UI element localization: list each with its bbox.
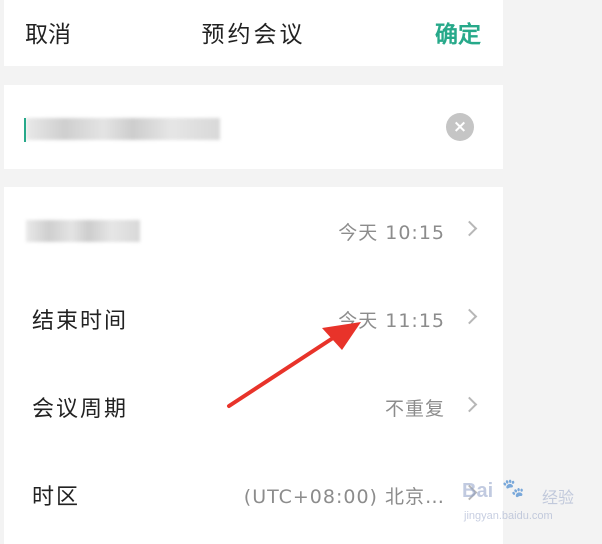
watermark-sub: 经验 <box>542 488 575 507</box>
header-bar: 取消 预约会议 确定 <box>4 0 503 66</box>
meeting-title-input[interactable] <box>26 118 220 140</box>
watermark-brand: Bai <box>462 480 494 502</box>
end-time-label: 结束时间 <box>32 309 129 334</box>
timezone-value: (UTC+08:00) 北京… <box>243 486 445 508</box>
chevron-right-icon <box>461 220 478 237</box>
page-title: 预约会议 <box>201 22 306 48</box>
text-cursor <box>24 118 26 142</box>
start-time-value: 今天 10:15 <box>338 222 445 244</box>
meeting-cycle-value: 不重复 <box>384 398 445 420</box>
meeting-cycle-label: 会议周期 <box>32 397 129 422</box>
end-time-value: 今天 11:15 <box>338 310 445 332</box>
paw-icon: 🐾 <box>502 478 525 499</box>
chevron-right-icon <box>461 308 478 325</box>
blurred-label <box>26 220 140 242</box>
confirm-button[interactable]: 确定 <box>435 15 481 49</box>
timezone-row[interactable]: 时区 (UTC+08:00) 北京… <box>4 451 503 539</box>
end-time-row[interactable]: 结束时间 今天 11:15 <box>4 275 503 363</box>
chevron-right-icon <box>461 396 478 413</box>
baidu-watermark: Bai 🐾 经验 jingyan.baidu.com <box>462 476 594 532</box>
clear-icon[interactable]: × <box>446 113 474 141</box>
timezone-label: 时区 <box>32 485 81 510</box>
meeting-cycle-row[interactable]: 会议周期 不重复 <box>4 363 503 451</box>
watermark-url: jingyan.baidu.com <box>464 510 553 522</box>
start-time-row[interactable]: 今天 10:15 <box>4 187 503 275</box>
